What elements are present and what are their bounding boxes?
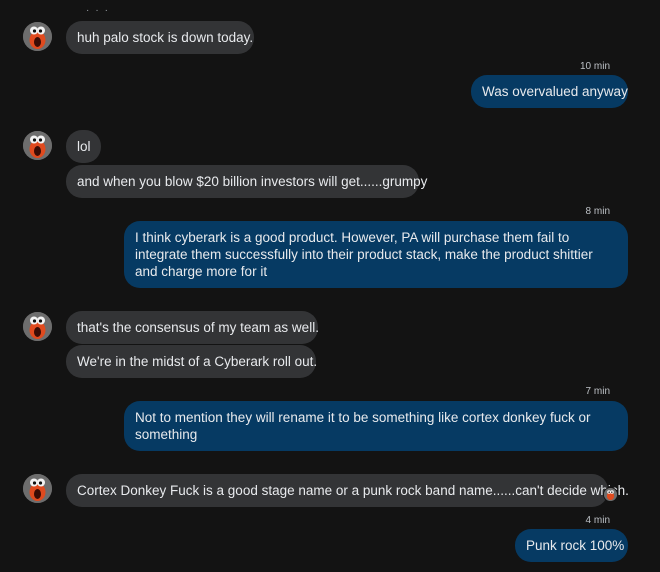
message-timestamp: 10 min (579, 61, 610, 72)
scroll-indicator: ··· (86, 5, 114, 16)
contact-avatar-icon[interactable] (23, 312, 52, 341)
chat-thread: ··· huh palo stock is down today. 10 min… (0, 0, 660, 572)
message-outgoing[interactable]: I think cyberark is a good product. Howe… (124, 221, 628, 288)
contact-avatar-icon[interactable] (23, 474, 52, 503)
contact-avatar-icon[interactable] (23, 22, 52, 51)
message-outgoing[interactable]: Was overvalued anyway (471, 75, 628, 108)
message-incoming[interactable]: We're in the midst of a Cyberark roll ou… (66, 345, 317, 378)
contact-avatar-icon[interactable] (23, 131, 52, 160)
message-outgoing[interactable]: Punk rock 100% (515, 529, 628, 562)
message-incoming[interactable]: huh palo stock is down today. (66, 21, 254, 54)
message-timestamp: 4 min (585, 515, 610, 526)
message-timestamp: 8 min (585, 206, 610, 217)
reaction-avatar-icon[interactable] (603, 487, 618, 502)
message-outgoing[interactable]: Not to mention they will rename it to be… (124, 401, 628, 451)
message-incoming[interactable]: lol (66, 130, 101, 163)
message-incoming[interactable]: Cortex Donkey Fuck is a good stage name … (66, 474, 629, 507)
message-timestamp: 7 min (585, 386, 610, 397)
message-incoming[interactable]: that's the consensus of my team as well. (66, 311, 319, 344)
message-incoming[interactable]: and when you blow $20 billion investors … (66, 165, 427, 198)
